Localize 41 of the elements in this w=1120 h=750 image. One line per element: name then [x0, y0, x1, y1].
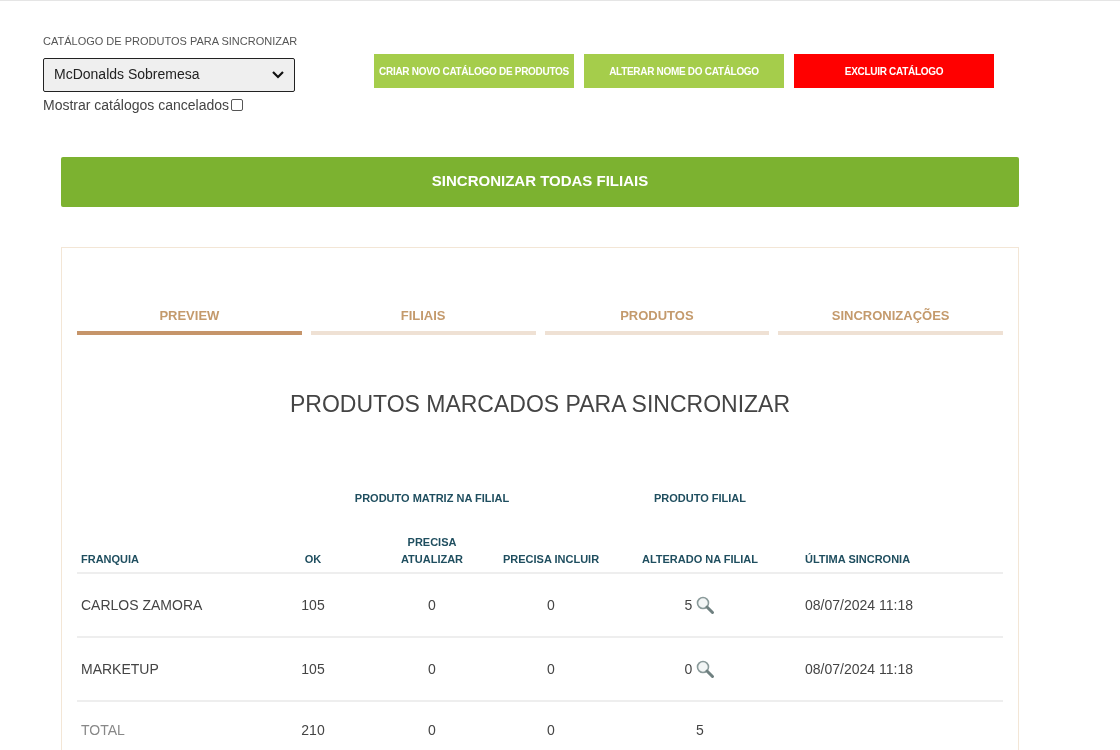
- search-icon[interactable]: [695, 595, 716, 615]
- show-canceled-checkbox[interactable]: [231, 99, 243, 111]
- table-cell-text: 0: [428, 720, 436, 740]
- table-cell-text: 5: [684, 595, 693, 615]
- total-label: TOTAL: [80, 720, 126, 740]
- table-cell-text: 0: [547, 659, 555, 679]
- group-header: PRODUTO MATRIZ NA FILIAL: [354, 490, 510, 506]
- catalog-action-button[interactable]: CRIAR NOVO CATÁLOGO DE PRODUTOS: [374, 54, 574, 88]
- table-cell-text: 0: [547, 595, 555, 615]
- table-cell-text: 105: [301, 659, 325, 679]
- table-cell-text: 5: [696, 720, 704, 740]
- section-title: PRODUTOS MARCADOS PARA SINCRONIZAR: [288, 390, 792, 419]
- column-header: FRANQUIA: [80, 551, 141, 567]
- table-cell-text: 0: [684, 659, 693, 679]
- tab[interactable]: PREVIEW: [77, 305, 302, 335]
- column-header: PRECISA ATUALIZAR: [399, 535, 465, 567]
- table-cell-text: 08/07/2024 11:18: [804, 595, 914, 615]
- catalog-select[interactable]: McDonalds Sobremesa: [43, 57, 295, 92]
- table-cell-text: 08/07/2024 11:18: [804, 659, 914, 679]
- catalog-label: CATÁLOGO DE PRODUTOS PARA SINCRONIZAR: [43, 34, 299, 49]
- tab[interactable]: SINCRONIZAÇÕES: [778, 305, 1003, 335]
- table-cell-text: 0: [547, 720, 555, 740]
- show-canceled-label: Mostrar catálogos cancelados: [43, 95, 229, 115]
- caret-icon[interactable]: [272, 70, 284, 79]
- table-cell-text: CARLOS ZAMORA: [80, 595, 204, 615]
- column-header: OK: [303, 551, 323, 567]
- table-cell-text: MARKETUP: [80, 659, 160, 679]
- column-header: ALTERADO NA FILIAL: [640, 551, 760, 567]
- tab[interactable]: FILIAIS: [310, 305, 536, 335]
- column-header: PRECISA INCLUIR: [501, 551, 601, 567]
- group-header: PRODUTO FILIAL: [653, 490, 747, 506]
- catalog-action-button[interactable]: ALTERAR NOME DO CATÁLOGO: [584, 54, 784, 88]
- catalog-action-button[interactable]: EXCLUIR CATÁLOGO: [794, 54, 994, 88]
- table-cell-text: 210: [301, 720, 325, 740]
- sync-all-button[interactable]: SINCRONIZAR TODAS FILIAIS: [61, 156, 1019, 207]
- table-cell-text: 0: [428, 659, 436, 679]
- search-icon[interactable]: [695, 659, 716, 679]
- table-cell-text: 105: [301, 595, 325, 615]
- column-header: ÚLTIMA SINCRONIA: [804, 551, 912, 567]
- table-cell-text: 0: [428, 595, 436, 615]
- tab[interactable]: PRODUTOS: [544, 305, 770, 335]
